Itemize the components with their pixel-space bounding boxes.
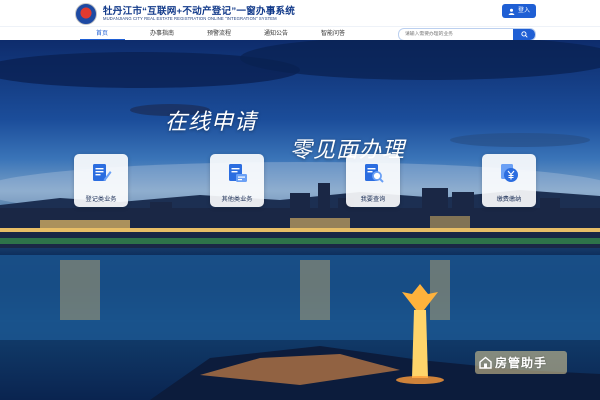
hero-banner: 在线申请 零见面办理 登记类业务 其他类业务 我要查询 缴费缴纳 房管助手: [0, 40, 600, 400]
search-document-icon: [365, 164, 384, 183]
document-card-icon: [229, 164, 247, 182]
user-icon: [508, 8, 515, 15]
top-header: 牡丹江市“互联网+不动产登记”一窗办事系统 MUDANJIANG CITY RE…: [0, 0, 600, 26]
nav-process[interactable]: 预警流程: [207, 27, 231, 41]
service-registration-label: 登记类业务: [85, 196, 117, 203]
search-icon: [520, 31, 528, 38]
nav-notices[interactable]: 通知公告: [264, 27, 288, 41]
service-other-label: 其他类业务: [221, 196, 253, 203]
city-logo: [75, 3, 97, 25]
main-nav: 首页 办事指南 预警流程 通知公告 智能问答: [0, 26, 600, 41]
document-edit-icon: [93, 164, 112, 181]
search-input[interactable]: [405, 29, 505, 40]
watermark-badge: 房管助手: [475, 351, 567, 374]
service-query-label: 我要查询: [360, 196, 386, 203]
service-query-tile[interactable]: 我要查询: [346, 154, 400, 207]
system-title: 牡丹江市“互联网+不动产登记”一窗办事系统: [103, 6, 296, 17]
system-subtitle: MUDANJIANG CITY REAL ESTATE REGISTRATION…: [103, 16, 277, 21]
login-label: 登入: [517, 8, 530, 14]
watermark-text: 房管助手: [495, 356, 548, 370]
house-icon: [479, 356, 492, 369]
service-registration-tile[interactable]: 登记类业务: [74, 154, 128, 207]
service-other-tile[interactable]: 其他类业务: [210, 154, 264, 207]
service-payment-tile[interactable]: 缴费缴纳: [482, 154, 536, 207]
city-night-scene: [0, 40, 600, 400]
login-button[interactable]: 登入: [501, 4, 536, 18]
yen-payment-icon: [501, 164, 518, 182]
nav-guide[interactable]: 办事指南: [150, 27, 174, 41]
hero-slogan-line1: 在线申请: [165, 109, 258, 134]
service-payment-label: 缴费缴纳: [496, 196, 522, 203]
search-button[interactable]: [513, 29, 535, 40]
nav-qa[interactable]: 智能问答: [321, 27, 345, 41]
